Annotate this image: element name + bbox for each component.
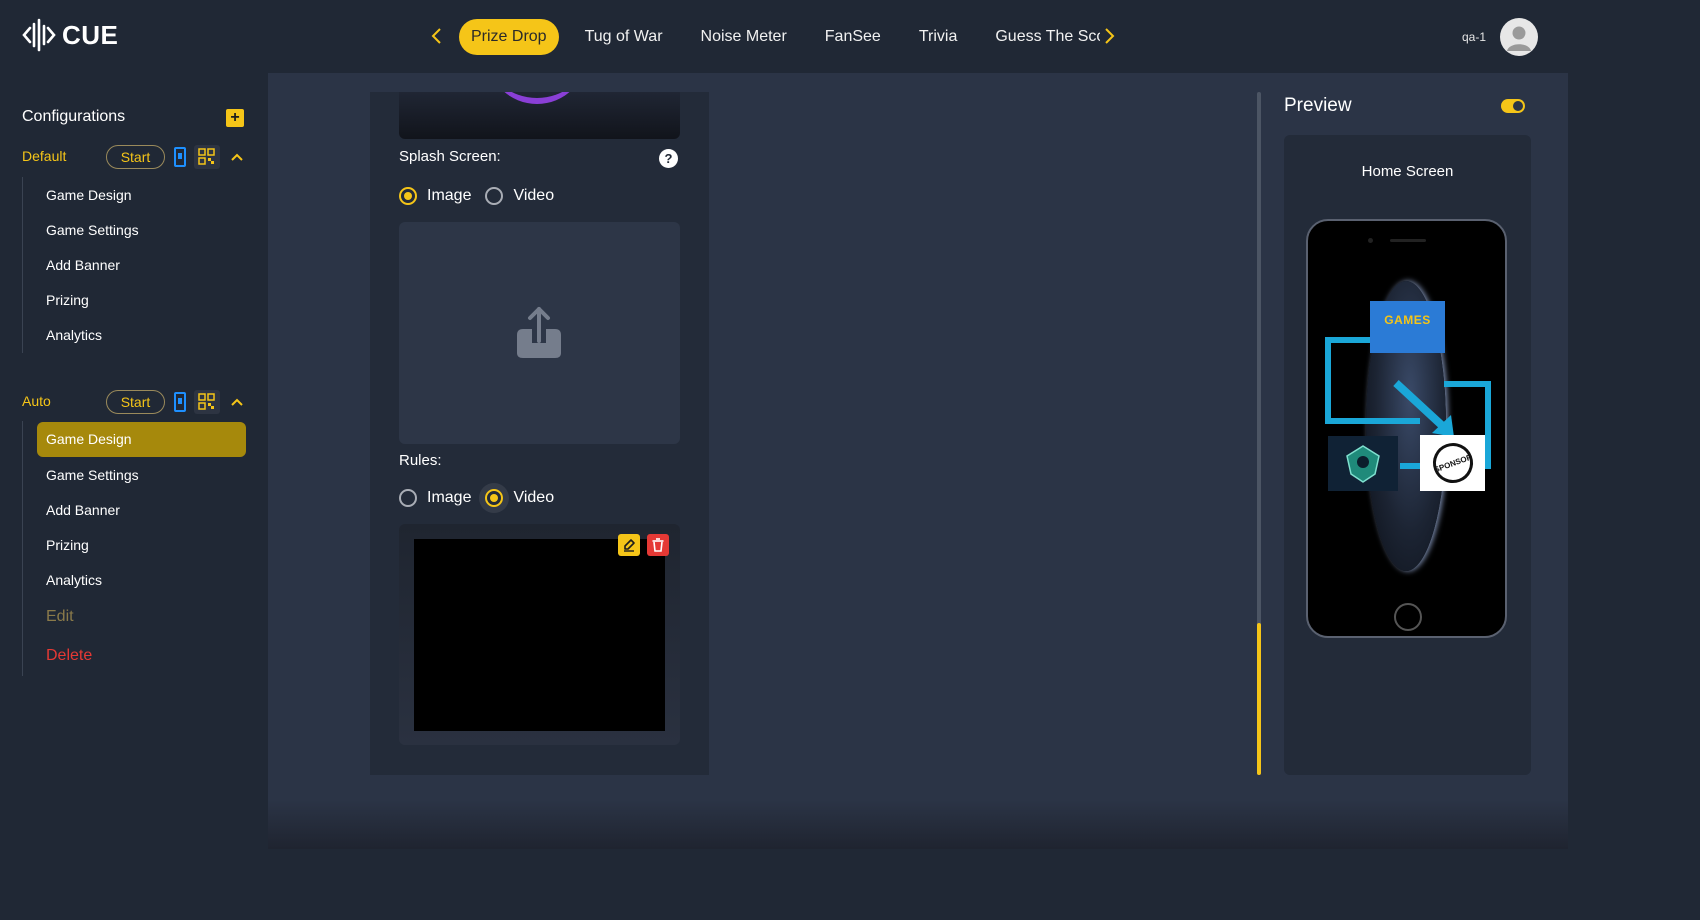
- top-bar: CUE Prize Drop Tug of War Noise Meter Fa…: [0, 0, 1568, 73]
- phone-home-button: [1394, 603, 1422, 631]
- rules-radio-group: Image Video: [399, 489, 568, 507]
- splash-screen-label: Splash Screen:: [399, 148, 501, 165]
- plus-icon: +: [230, 109, 240, 126]
- sponsor-seal: SPONSOR: [1426, 437, 1479, 489]
- qr-code-icon[interactable]: [194, 390, 220, 414]
- chevron-left-icon: [431, 28, 441, 44]
- tab-noise-meter[interactable]: Noise Meter: [682, 19, 806, 55]
- add-configuration-button[interactable]: +: [226, 109, 244, 127]
- preview-title: Preview: [1284, 95, 1352, 116]
- sponsor-tile: SPONSOR: [1420, 435, 1485, 491]
- configurations-title: Configurations: [22, 108, 126, 125]
- auto-edit-button[interactable]: Edit: [46, 608, 74, 626]
- rules-label: Rules:: [399, 452, 442, 469]
- form-scrollbar[interactable]: [1257, 92, 1261, 775]
- rules-image-radio[interactable]: [399, 489, 417, 507]
- collapse-default-button[interactable]: [228, 148, 246, 166]
- user-icon: [1507, 26, 1532, 51]
- default-game-design[interactable]: Game Design: [46, 187, 132, 203]
- arrow-graphic: [1325, 337, 1491, 469]
- logo-text: CUE: [62, 19, 119, 50]
- default-prizing[interactable]: Prizing: [46, 292, 89, 308]
- qr-code-icon[interactable]: [194, 145, 220, 169]
- rules-video-player[interactable]: [414, 539, 665, 731]
- splash-video-radio[interactable]: [485, 187, 504, 205]
- splash-image-radio[interactable]: [399, 187, 417, 205]
- upload-icon: [517, 307, 561, 358]
- team-logo-icon: [1346, 444, 1380, 483]
- scrollbar-thumb[interactable]: [1257, 623, 1261, 775]
- preview-screen-name: Home Screen: [1361, 163, 1454, 180]
- tab-tug-of-war[interactable]: Tug of War: [566, 19, 682, 55]
- purple-arc-graphic: [487, 92, 587, 104]
- chevron-right-icon: [1105, 28, 1115, 44]
- phone-mockup: GAMES SPONSOR: [1306, 219, 1507, 638]
- chevron-up-icon: [231, 153, 243, 161]
- game-tabs: Prize Drop Tug of War Noise Meter FanSee…: [459, 19, 1100, 55]
- sidebar: Configurations + Default Start Game Desi…: [0, 73, 268, 849]
- chevron-up-icon: [231, 398, 243, 406]
- splash-upload-dropzone[interactable]: [399, 222, 680, 444]
- tabs-prev-button[interactable]: [424, 24, 448, 48]
- default-game-settings[interactable]: Game Settings: [46, 222, 139, 238]
- cue-logo-icon: [22, 18, 56, 52]
- auto-game-settings[interactable]: Game Settings: [46, 467, 139, 483]
- games-tile-text: GAMES: [1384, 313, 1431, 327]
- preview-panel: Home Screen GAMES SPONSOR: [1284, 135, 1531, 775]
- collapse-auto-button[interactable]: [228, 393, 246, 411]
- tab-prize-drop[interactable]: Prize Drop: [459, 19, 559, 55]
- games-tile: GAMES: [1370, 301, 1445, 353]
- auto-delete-button[interactable]: Delete: [46, 647, 92, 665]
- bottom-fade: [268, 800, 1568, 849]
- splash-radio-group: Image Video: [399, 187, 568, 205]
- preview-toggle[interactable]: [1501, 99, 1525, 113]
- help-icon[interactable]: ?: [659, 149, 678, 168]
- tab-guess-the-score[interactable]: Guess The Sco: [976, 19, 1100, 55]
- group-label-auto[interactable]: Auto: [22, 393, 51, 409]
- default-add-banner[interactable]: Add Banner: [46, 257, 120, 273]
- game-design-form: Splash Screen: ? Image Video Rules: Imag…: [370, 92, 709, 775]
- auto-add-banner[interactable]: Add Banner: [46, 502, 120, 518]
- config-group-auto: Auto Start: [22, 390, 252, 414]
- tree-line-default: [22, 177, 23, 353]
- team-logo-tile: [1328, 436, 1398, 491]
- splash-video-label: Video: [513, 187, 555, 204]
- edit-media-button[interactable]: [618, 534, 640, 556]
- delete-media-button[interactable]: [647, 534, 669, 556]
- tree-line-auto: [22, 421, 23, 676]
- group-label-default[interactable]: Default: [22, 148, 66, 164]
- auto-game-design[interactable]: Game Design: [37, 422, 246, 457]
- avatar[interactable]: [1500, 18, 1539, 56]
- rules-image-label: Image: [427, 489, 472, 506]
- tab-trivia[interactable]: Trivia: [900, 19, 977, 55]
- rules-video-radio[interactable]: [485, 489, 504, 507]
- app-logo[interactable]: CUE: [22, 18, 118, 52]
- default-analytics[interactable]: Analytics: [46, 327, 102, 343]
- mobile-preview-icon[interactable]: [174, 147, 186, 167]
- uploaded-image-preview: [399, 92, 680, 139]
- mobile-preview-icon[interactable]: [174, 392, 186, 412]
- pencil-icon: [624, 539, 635, 552]
- trash-icon: [652, 538, 664, 552]
- tab-fansee[interactable]: FanSee: [806, 19, 900, 55]
- splash-image-label: Image: [427, 187, 472, 204]
- auto-analytics[interactable]: Analytics: [46, 572, 102, 588]
- tabs-next-button[interactable]: [1098, 24, 1122, 48]
- config-group-default: Default Start: [22, 145, 252, 169]
- auto-prizing[interactable]: Prizing: [46, 537, 89, 553]
- user-menu[interactable]: qa-1: [1462, 18, 1539, 56]
- start-button-auto[interactable]: Start: [106, 390, 165, 414]
- start-button-default[interactable]: Start: [106, 145, 165, 169]
- user-name: qa-1: [1462, 30, 1487, 44]
- rules-video-label: Video: [513, 489, 555, 506]
- rules-video-container: [399, 524, 680, 745]
